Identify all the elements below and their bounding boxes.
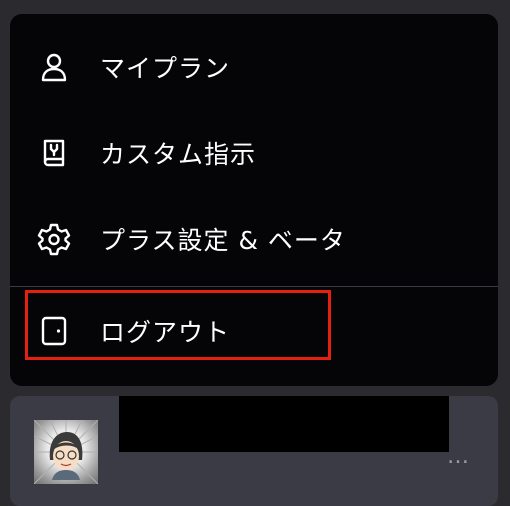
menu-item-plus-settings-beta[interactable]: プラス設定 & ベータ bbox=[10, 196, 498, 282]
user-icon bbox=[36, 49, 72, 85]
avatar-illustration bbox=[34, 420, 98, 484]
profile-card[interactable]: … bbox=[10, 396, 498, 506]
account-menu: マイプラン カスタム指示 プラス設定 & ベータ ログアウト bbox=[10, 14, 498, 386]
menu-item-label: マイプラン bbox=[100, 54, 231, 83]
menu-divider bbox=[10, 286, 498, 287]
menu-item-label: プラス設定 & ベータ bbox=[100, 226, 346, 255]
gear-icon bbox=[36, 221, 72, 257]
menu-item-label: カスタム指示 bbox=[100, 140, 257, 169]
avatar[interactable] bbox=[34, 420, 98, 484]
menu-item-custom-instructions[interactable]: カスタム指示 bbox=[10, 110, 498, 196]
book-icon bbox=[36, 135, 72, 171]
logout-highlight-box bbox=[25, 290, 331, 360]
redacted-username bbox=[119, 396, 449, 452]
menu-item-my-plan[interactable]: マイプラン bbox=[10, 24, 498, 110]
more-options-icon[interactable]: … bbox=[447, 444, 470, 469]
